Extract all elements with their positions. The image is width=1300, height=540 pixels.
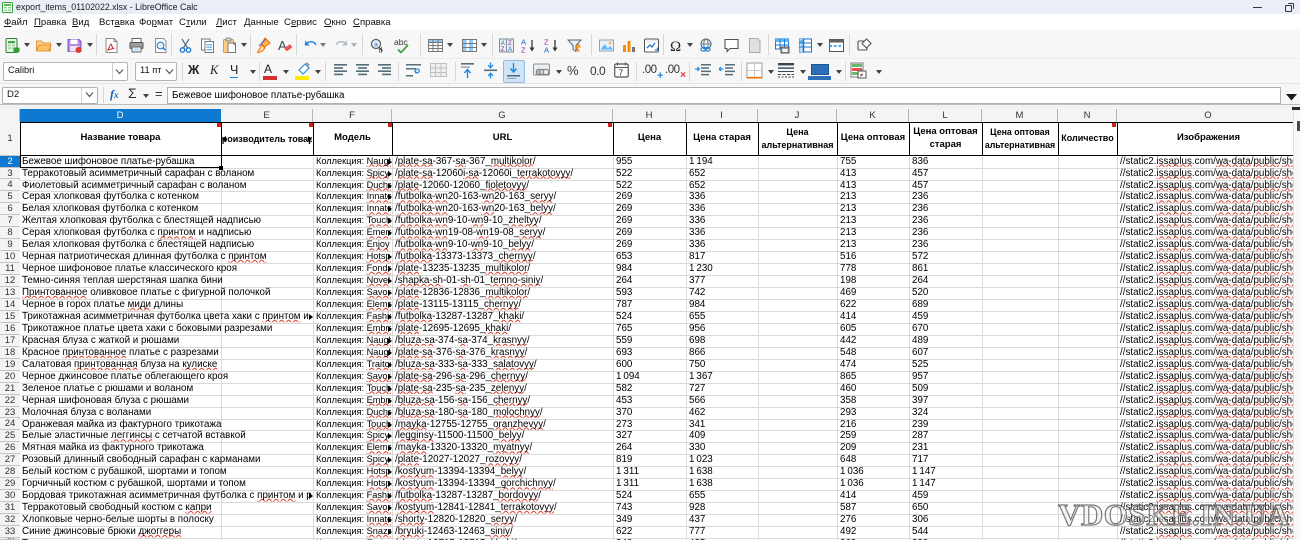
- svg-text:A: A: [544, 46, 549, 55]
- svg-text:Z: Z: [521, 46, 526, 55]
- svg-text:7: 7: [619, 68, 624, 78]
- svg-text:A: A: [508, 47, 512, 53]
- svg-text:Ω: Ω: [670, 39, 681, 54]
- svg-text:d: d: [379, 48, 383, 55]
- svg-text:abc: abc: [394, 37, 408, 47]
- svg-text:A: A: [278, 38, 287, 53]
- svg-text:a: a: [374, 42, 378, 49]
- svg-text:Z: Z: [501, 47, 505, 53]
